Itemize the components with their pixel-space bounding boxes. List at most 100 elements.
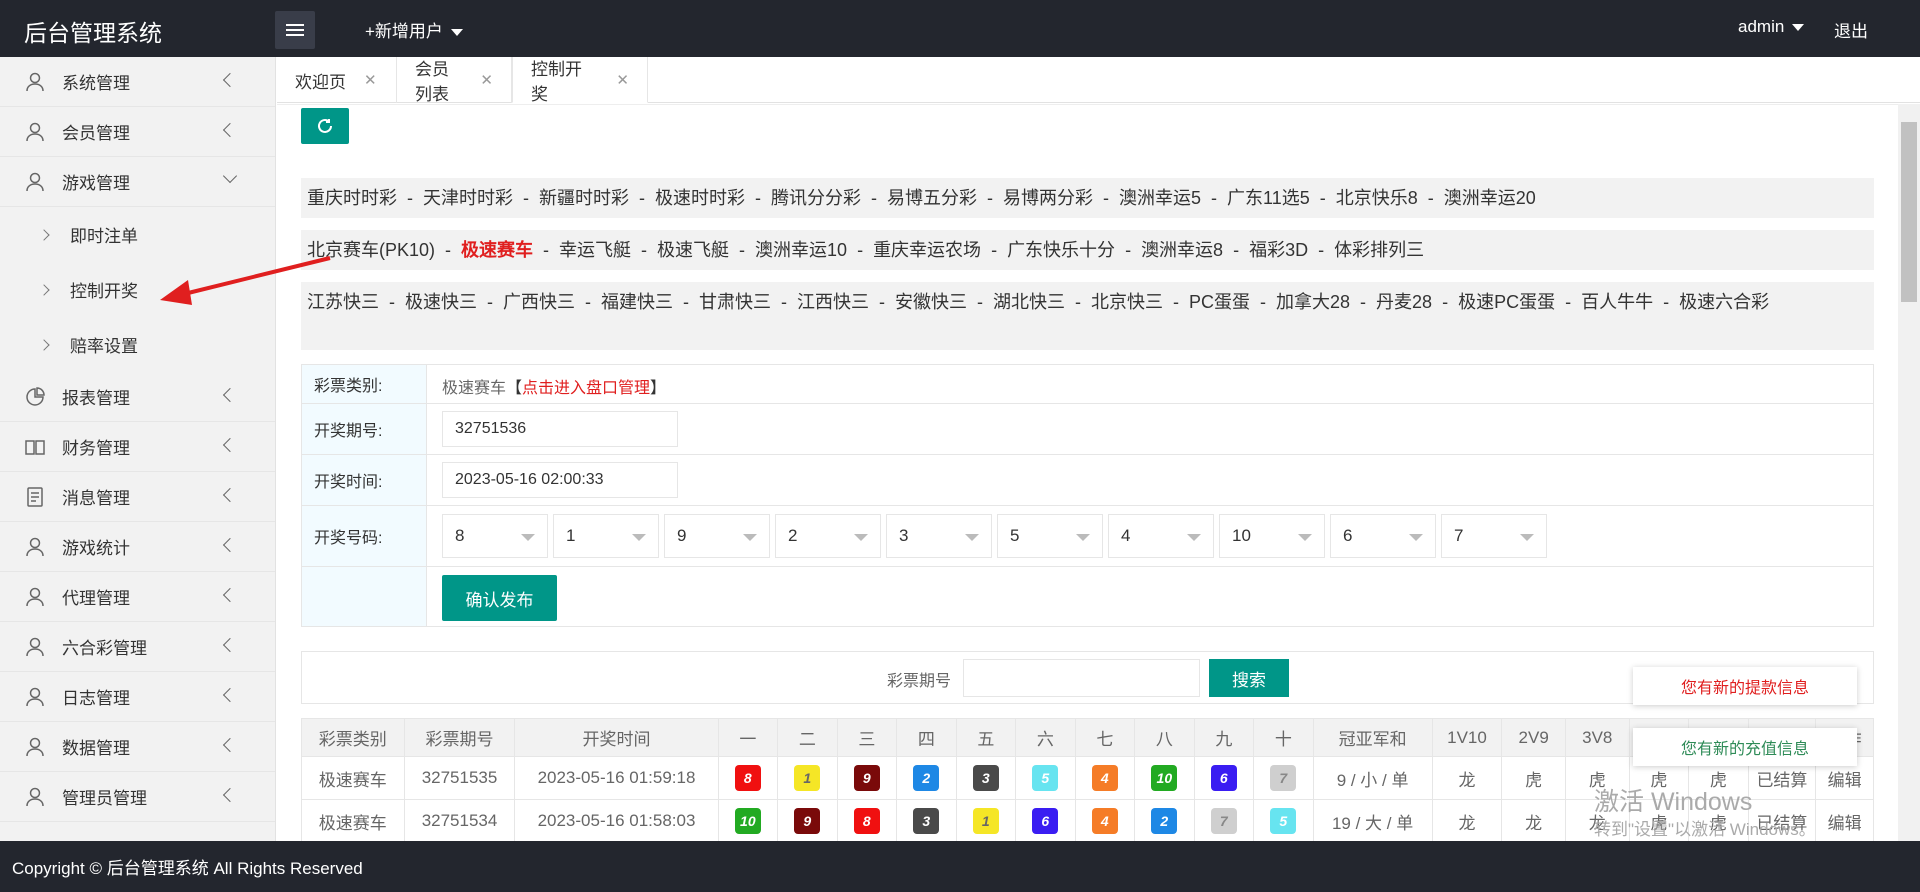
lottery-link[interactable]: 易博两分彩	[1003, 188, 1093, 208]
lottery-link[interactable]: 广东快乐十分	[1007, 240, 1115, 260]
lottery-link[interactable]: 丹麦28	[1376, 292, 1432, 312]
ball-cell: 9	[777, 799, 838, 843]
lottery-link[interactable]: 极速PC蛋蛋	[1458, 292, 1555, 312]
scrollbar-thumb[interactable]	[1901, 122, 1917, 302]
number-select[interactable]: 10	[1219, 514, 1325, 558]
lottery-link[interactable]: 北京赛车(PK10)	[307, 240, 435, 260]
lottery-link[interactable]: 极速六合彩	[1679, 292, 1769, 312]
number-select-value: 3	[899, 526, 909, 545]
scrollbar[interactable]	[1898, 104, 1920, 841]
sidebar-item[interactable]: 数据管理	[0, 722, 275, 772]
lottery-link[interactable]: 天津时时彩	[423, 188, 513, 208]
lottery-link[interactable]: 重庆时时彩	[307, 188, 397, 208]
sidebar-item[interactable]: 六合彩管理	[0, 622, 275, 672]
lottery-link[interactable]: 澳洲幸运5	[1119, 188, 1201, 208]
menu-toggle-button[interactable]	[275, 11, 315, 49]
lottery-link[interactable]: 江苏快三	[307, 292, 379, 312]
lottery-link[interactable]: 湖北快三	[993, 292, 1065, 312]
time-input[interactable]: 2023-05-16 02:00:33	[442, 462, 678, 498]
book-icon	[24, 436, 46, 458]
tab-2[interactable]: 控制开奖 ✕	[512, 57, 648, 104]
tab-label: 控制开奖	[531, 59, 582, 104]
separator: -	[739, 240, 746, 260]
period-search-input[interactable]	[963, 659, 1200, 697]
refresh-button[interactable]	[301, 108, 349, 144]
number-select[interactable]: 2	[775, 514, 881, 558]
withdraw-notice[interactable]: 您有新的提款信息	[1633, 667, 1857, 705]
number-select[interactable]: 5	[997, 514, 1103, 558]
lottery-link[interactable]: 百人牛牛	[1581, 292, 1653, 312]
user-icon	[24, 536, 46, 558]
sidebar-item[interactable]: 报表管理	[0, 372, 275, 422]
sidebar-subitem[interactable]: 赔率设置	[0, 317, 275, 372]
number-ball: 1	[794, 765, 821, 791]
lottery-link[interactable]: 重庆幸运农场	[873, 240, 981, 260]
manage-odds-link[interactable]: 点击进入盘口管理	[522, 380, 650, 397]
lottery-link[interactable]: 福彩3D	[1249, 240, 1308, 260]
lottery-link[interactable]: 幸运飞艇	[559, 240, 631, 260]
lottery-link[interactable]: 体彩排列三	[1334, 240, 1424, 260]
chevron-left-icon	[222, 587, 238, 603]
lottery-link[interactable]: 甘肃快三	[699, 292, 771, 312]
number-select[interactable]: 8	[442, 514, 548, 558]
sidebar-item[interactable]: 游戏统计	[0, 522, 275, 572]
lottery-link[interactable]: 易博五分彩	[887, 188, 977, 208]
period-input[interactable]: 32751536	[442, 411, 678, 447]
lottery-link[interactable]: 安徽快三	[895, 292, 967, 312]
sidebar-item[interactable]: 财务管理	[0, 422, 275, 472]
lottery-link[interactable]: 极速飞艇	[657, 240, 729, 260]
lottery-link[interactable]: 极速赛车	[461, 240, 533, 260]
user-menu[interactable]: admin	[1738, 17, 1805, 37]
empty-label	[302, 567, 427, 626]
lottery-link[interactable]: 北京快乐8	[1336, 188, 1418, 208]
lottery-link[interactable]: 新疆时时彩	[539, 188, 629, 208]
lottery-link[interactable]: 腾讯分分彩	[771, 188, 861, 208]
numbers-label: 开奖号码:	[302, 506, 427, 566]
lottery-link[interactable]: 广东11选5	[1227, 188, 1310, 208]
lottery-link[interactable]: 江西快三	[797, 292, 869, 312]
lottery-link[interactable]: 广西快三	[503, 292, 575, 312]
number-ball: 8	[853, 808, 880, 834]
close-icon[interactable]: ✕	[480, 71, 493, 89]
tab-0[interactable]: 欢迎页 ✕	[277, 57, 397, 103]
number-select[interactable]: 9	[664, 514, 770, 558]
sidebar-subitem[interactable]: 控制开奖	[0, 262, 275, 317]
add-user-menu[interactable]: +新增用户	[365, 17, 463, 42]
lottery-link[interactable]: 极速快三	[405, 292, 477, 312]
deposit-notice[interactable]: 您有新的充值信息	[1633, 728, 1857, 766]
tab-1[interactable]: 会员列表 ✕	[397, 57, 512, 104]
lottery-link[interactable]: 澳洲幸运8	[1141, 240, 1223, 260]
sidebar-item[interactable]: 游戏管理	[0, 157, 275, 207]
sidebar-item[interactable]: 代理管理	[0, 572, 275, 622]
lottery-link[interactable]: 北京快三	[1091, 292, 1163, 312]
separator: -	[1360, 292, 1367, 312]
number-select[interactable]: 1	[553, 514, 659, 558]
edit-link[interactable]: 编辑	[1815, 799, 1874, 843]
number-select-value: 7	[1454, 526, 1464, 545]
close-icon[interactable]: ✕	[364, 71, 377, 89]
sidebar-item[interactable]: 会员管理	[0, 107, 275, 157]
lottery-link[interactable]: 极速时时彩	[655, 188, 745, 208]
sidebar-item[interactable]: 日志管理	[0, 672, 275, 722]
search-button[interactable]: 搜索	[1209, 659, 1289, 697]
number-select[interactable]: 4	[1108, 514, 1214, 558]
caret-down-icon	[1298, 534, 1312, 541]
lottery-link[interactable]: 澳洲幸运20	[1444, 188, 1536, 208]
separator: -	[1427, 188, 1434, 208]
close-icon[interactable]: ✕	[616, 71, 629, 89]
separator: -	[523, 188, 529, 208]
lottery-link[interactable]: 福建快三	[601, 292, 673, 312]
number-select[interactable]: 6	[1330, 514, 1436, 558]
sidebar-item[interactable]: 管理员管理	[0, 772, 275, 822]
number-select[interactable]: 7	[1441, 514, 1547, 558]
publish-button[interactable]: 确认发布	[442, 575, 557, 621]
refresh-icon	[318, 118, 332, 133]
number-select[interactable]: 3	[886, 514, 992, 558]
sidebar-subitem[interactable]: 即时注单	[0, 207, 275, 262]
sidebar-item[interactable]: 消息管理	[0, 472, 275, 522]
sidebar-item[interactable]: 系统管理	[0, 57, 275, 107]
lottery-link[interactable]: 加拿大28	[1276, 292, 1350, 312]
lottery-link[interactable]: 澳洲幸运10	[755, 240, 847, 260]
logout-link[interactable]: 退出	[1834, 17, 1868, 42]
lottery-link[interactable]: PC蛋蛋	[1189, 292, 1250, 312]
